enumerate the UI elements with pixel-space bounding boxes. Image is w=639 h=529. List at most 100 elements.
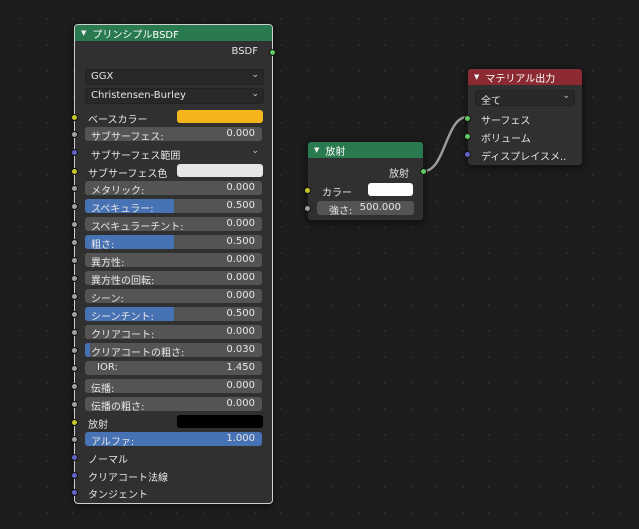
surface-socket[interactable] (464, 115, 471, 122)
transmission-socket[interactable] (71, 383, 78, 390)
principled-bsdf-node[interactable]: ▼ プリンシプルBSDF BSDF GGX ⌄ Christensen-Burl… (71, 24, 276, 504)
roughness-value: 0.500 (226, 236, 255, 247)
chevron-down-icon: ⌄ (251, 89, 259, 99)
base-color-socket[interactable] (71, 114, 78, 121)
subsurface-field[interactable]: サブサーフェス: 0.000 (85, 127, 262, 141)
subsurface-color-swatch[interactable] (177, 164, 263, 177)
sheen-tint-row: シーンチント: 0.500 (71, 307, 272, 322)
specular-tint-socket[interactable] (71, 221, 78, 228)
tangent-socket[interactable] (71, 489, 78, 496)
ior-socket[interactable] (71, 365, 78, 372)
subsurface-socket[interactable] (71, 131, 78, 138)
transmission-field[interactable]: 伝播: 0.000 (85, 379, 262, 393)
distribution-value: GGX (91, 71, 114, 82)
clearcoat-row: クリアコート: 0.000 (71, 325, 272, 340)
specular-socket[interactable] (71, 203, 78, 210)
emission-label: 放射 (88, 420, 108, 431)
emission-output-socket[interactable] (420, 168, 427, 175)
triangle-down-icon[interactable]: ▼ (81, 29, 86, 37)
subsurface-method-value: Christensen-Burley (91, 90, 186, 101)
anisotropic-socket[interactable] (71, 257, 78, 264)
subsurface-radius-label: サブサーフェス範囲 (91, 151, 181, 162)
emission-strength-socket[interactable] (304, 205, 311, 212)
sheen-tint-socket[interactable] (71, 311, 78, 318)
surface-label: サーフェス (481, 116, 531, 127)
displacement-socket[interactable] (464, 151, 471, 158)
subsurface-method-dropdown[interactable]: Christensen-Burley ⌄ (85, 88, 264, 104)
anisotropic-field[interactable]: 異方性: 0.000 (85, 253, 262, 267)
emission-color-socket[interactable] (304, 187, 311, 194)
specular-tint-field[interactable]: スペキュラーチント: 0.000 (85, 217, 262, 231)
normal-row: ノーマル (71, 450, 272, 466)
clearcoat-roughness-socket[interactable] (71, 347, 78, 354)
transmission-label: 伝播: (91, 384, 115, 393)
specular-tint-value: 0.000 (226, 218, 255, 229)
clearcoat-normal-socket[interactable] (71, 472, 78, 479)
anisotropic-rotation-socket[interactable] (71, 275, 78, 282)
transmission-value: 0.000 (226, 380, 255, 391)
emission-row: 放射 (71, 415, 272, 431)
subsurface-color-row: サブサーフェス色 (71, 164, 272, 180)
anisotropic-label: 異方性: (91, 258, 125, 267)
specular-field[interactable]: スペキュラー: 0.500 (85, 199, 262, 213)
transmission-roughness-value: 0.000 (226, 398, 255, 409)
bsdf-output-label: BSDF (231, 46, 258, 57)
transmission-roughness-socket[interactable] (71, 401, 78, 408)
subsurface-color-socket[interactable] (71, 168, 78, 175)
emission-socket[interactable] (71, 419, 78, 426)
distribution-dropdown[interactable]: GGX ⌄ (85, 69, 264, 85)
alpha-label: アルファ: (91, 437, 135, 446)
roughness-socket[interactable] (71, 239, 78, 246)
subsurface-radius-socket[interactable] (71, 149, 78, 156)
emission-color-swatch[interactable] (368, 183, 413, 196)
transmission-roughness-label: 伝播の粗さ: (91, 402, 145, 411)
alpha-socket[interactable] (71, 436, 78, 443)
emission-strength-field[interactable]: 強さ: 500.000 (317, 201, 414, 215)
alpha-field[interactable]: アルファ: 1.000 (85, 432, 262, 446)
anisotropic-rotation-field[interactable]: 異方性の回転: 0.000 (85, 271, 262, 285)
transmission-roughness-field[interactable]: 伝播の粗さ: 0.000 (85, 397, 262, 411)
material-output-header[interactable]: ▼ マテリアル出力 (468, 69, 582, 85)
ior-value: 1.450 (226, 362, 255, 373)
volume-socket[interactable] (464, 133, 471, 140)
roughness-field[interactable]: 粗さ: 0.500 (85, 235, 262, 249)
surface-row: サーフェス (464, 111, 582, 127)
triangle-down-icon[interactable]: ▼ (474, 73, 479, 81)
emission-strength-row: 強さ: 500.000 (304, 201, 423, 216)
emission-to-surface-link (423, 114, 468, 174)
subsurface-radius-dropdown[interactable]: サブサーフェス範囲 ⌄ (85, 145, 264, 162)
chevron-down-icon: ⌄ (251, 146, 259, 156)
bsdf-output-socket[interactable] (269, 49, 276, 56)
clearcoat-roughness-field[interactable]: クリアコートの粗さ: 0.030 (85, 343, 262, 357)
sheen-label: シーン: (91, 294, 124, 303)
specular-tint-label: スペキュラーチント: (91, 222, 184, 231)
output-target-dropdown[interactable]: 全て ⌄ (475, 90, 575, 107)
base-color-swatch[interactable] (177, 110, 263, 123)
clearcoat-socket[interactable] (71, 329, 78, 336)
emission-color-swatch[interactable] (177, 415, 263, 428)
sheen-field[interactable]: シーン: 0.000 (85, 289, 262, 303)
specular-row: スペキュラー: 0.500 (71, 199, 272, 214)
triangle-down-icon[interactable]: ▼ (314, 146, 319, 154)
emission-title: 放射 (325, 146, 346, 158)
volume-row: ボリューム (464, 129, 582, 145)
sheen-tint-field[interactable]: シーンチント: 0.500 (85, 307, 262, 321)
sheen-socket[interactable] (71, 293, 78, 300)
principled-bsdf-header[interactable]: ▼ プリンシプルBSDF (75, 25, 272, 41)
metallic-socket[interactable] (71, 185, 78, 192)
specular-tint-row: スペキュラーチント: 0.000 (71, 217, 272, 232)
emission-node[interactable]: ▼ 放射 放射 カラー 強さ: 500.000 (304, 141, 427, 221)
transmission-roughness-row: 伝播の粗さ: 0.000 (71, 397, 272, 412)
specular-label: スペキュラー: (91, 204, 154, 213)
clearcoat-label: クリアコート: (91, 330, 155, 339)
material-output-node[interactable]: ▼ マテリアル出力 全て ⌄ サーフェス ボリューム ディスプレイスメ.. (464, 68, 583, 166)
displacement-label: ディスプレイスメ.. (481, 152, 567, 163)
bsdf-output-row: BSDF (75, 45, 276, 60)
clearcoat-field[interactable]: クリアコート: 0.000 (85, 325, 262, 339)
metallic-field[interactable]: メタリック: 0.000 (85, 181, 262, 195)
anisotropic-rotation-value: 0.000 (226, 272, 255, 283)
normal-socket[interactable] (71, 454, 78, 461)
ior-field[interactable]: IOR: 1.450 (85, 361, 262, 375)
emission-header[interactable]: ▼ 放射 (308, 142, 423, 158)
metallic-label: メタリック: (91, 186, 145, 195)
